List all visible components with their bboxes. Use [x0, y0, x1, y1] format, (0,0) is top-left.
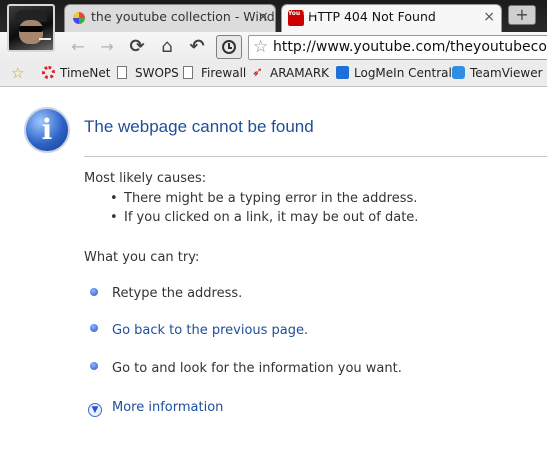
bookmark-label: SWOPS [135, 66, 179, 80]
history-clock-button[interactable] [216, 35, 242, 59]
profile-avatar[interactable] [7, 4, 55, 52]
causes-title: Most likely causes: [84, 171, 207, 186]
bookmark-label: TimeNet [60, 66, 111, 80]
bookmark-star-icon[interactable]: ☆ [253, 36, 268, 59]
tab-title: HTTP 404 Not Found [308, 9, 436, 24]
close-tab-icon[interactable]: × [483, 5, 495, 29]
bookmarks-bar: ☆ TimeNet SWOPS Firewall ➶ ARAMARK LogMe… [0, 62, 547, 87]
action-go-to: Go to and look for the information you w… [112, 361, 402, 376]
logmein-icon [336, 66, 349, 79]
page-icon [183, 66, 193, 79]
teamviewer-icon [452, 66, 465, 79]
bookmark-teamviewer[interactable]: TeamViewer [452, 62, 543, 84]
blue-bullet-icon [90, 288, 98, 296]
tab-title: the youtube collection - Wind... [91, 9, 276, 24]
bookmark-label: ARAMARK [270, 66, 330, 80]
bookmark-star-icon[interactable]: ☆ [11, 62, 24, 84]
bookmark-timenet[interactable]: TimeNet [42, 62, 110, 84]
bullet-dot: • [110, 191, 118, 206]
page-title: The webpage cannot be found [84, 117, 314, 136]
info-icon: i [24, 107, 70, 153]
divider [84, 156, 547, 157]
blue-bullet-icon [90, 324, 98, 332]
timenet-icon [42, 66, 55, 79]
address-bar[interactable]: ☆ http://www.youtube.com/theyoutubecolle… [248, 35, 547, 60]
bookmark-label: Firewall [201, 66, 247, 80]
navigation-toolbar: ← → ⟳ ⌂ ↶ ☆ http://www.youtube.com/theyo… [0, 32, 547, 62]
close-tab-icon[interactable]: × [257, 5, 269, 29]
youtube-icon: You Tube [288, 10, 318, 26]
bullet-dot: • [110, 210, 118, 225]
pinwheel-icon [73, 12, 85, 24]
undo-icon[interactable]: ↶ [188, 38, 206, 56]
bookmark-swops[interactable]: SWOPS [117, 62, 179, 84]
new-tab-button[interactable]: + [508, 5, 536, 25]
home-icon[interactable]: ⌂ [158, 38, 176, 56]
cause-item: There might be a typing error in the add… [124, 191, 418, 206]
back-arrow-icon[interactable]: ← [69, 38, 87, 56]
tab-youtube-collection[interactable]: the youtube collection - Wind... × [64, 4, 276, 32]
bookmark-label: LogMeIn Central [354, 66, 452, 80]
try-title: What you can try: [84, 250, 200, 265]
reload-icon[interactable]: ⟳ [128, 38, 146, 56]
more-information-link[interactable]: More information [112, 400, 223, 415]
error-page: i The webpage cannot be found Most likel… [0, 87, 547, 464]
blue-bullet-icon [90, 362, 98, 370]
go-back-link[interactable]: Go back to the previous page. [112, 323, 308, 338]
bookmark-logmein-central[interactable]: LogMeIn Central [336, 62, 452, 84]
aramark-icon: ➶ [252, 65, 263, 80]
bookmark-firewall[interactable]: Firewall [183, 62, 246, 84]
forward-arrow-icon[interactable]: → [98, 38, 116, 56]
url-text: http://www.youtube.com/theyoutubecollect… [273, 39, 547, 55]
bookmark-aramark[interactable]: ➶ ARAMARK [252, 62, 329, 84]
action-retype: Retype the address. [112, 286, 243, 301]
page-icon [117, 66, 127, 79]
bookmark-label: TeamViewer [470, 66, 543, 80]
tab-http-404[interactable]: You Tube HTTP 404 Not Found × [281, 4, 502, 33]
cause-item: If you clicked on a link, it may be out … [124, 210, 419, 225]
chevron-down-icon[interactable]: ▼ [88, 403, 102, 417]
